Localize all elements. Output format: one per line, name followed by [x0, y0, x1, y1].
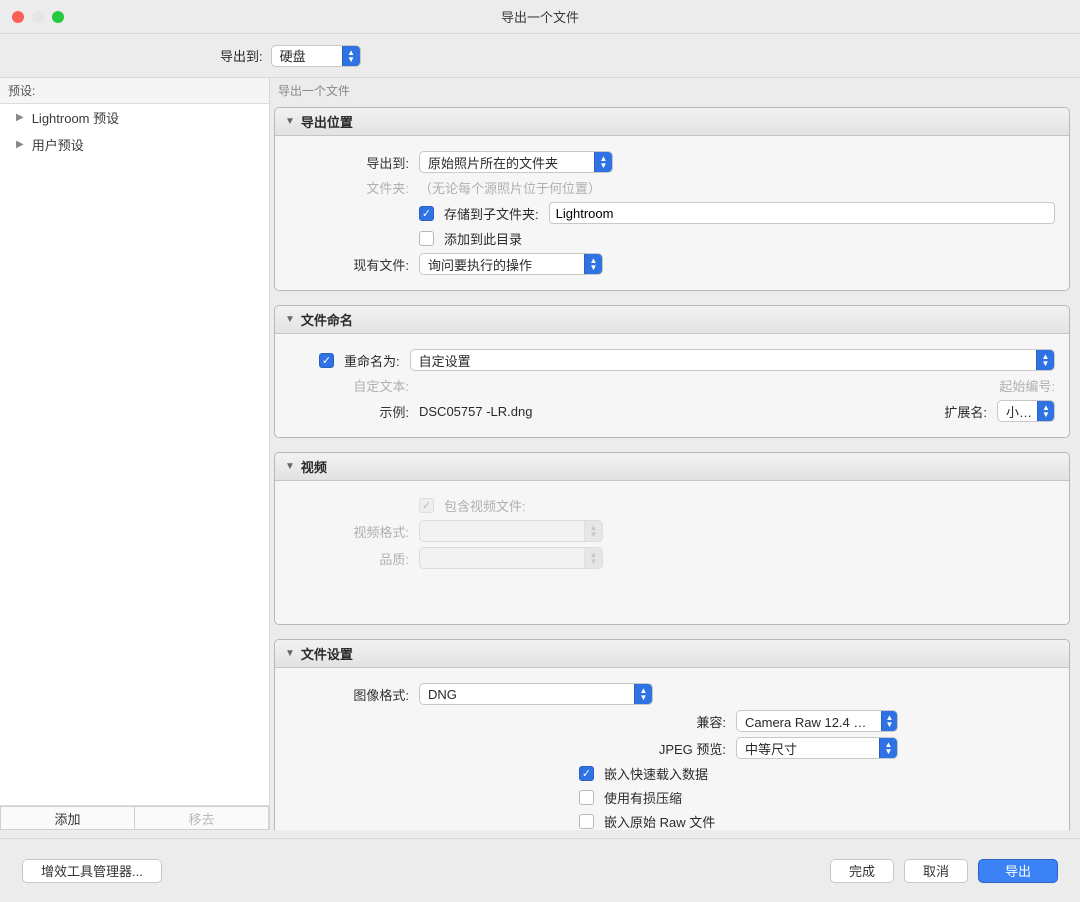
content: 导出一个文件 ▼ 导出位置 导出到: 原始照片所在的文件夹 — [270, 78, 1080, 830]
preset-header: 预设: — [0, 78, 269, 103]
video-format-label: 视频格式: — [289, 522, 409, 541]
chevron-updown-icon — [1037, 401, 1054, 421]
export-to-label: 导出到: — [220, 46, 263, 65]
subfolder-checkbox[interactable] — [419, 206, 434, 221]
embed-raw-checkbox[interactable] — [579, 814, 594, 829]
window-title: 导出一个文件 — [0, 7, 1080, 26]
remove-preset-button: 移去 — [135, 806, 269, 830]
lossy-label: 使用有损压缩 — [604, 788, 682, 807]
example-label: 示例: — [289, 402, 409, 421]
video-quality-select — [419, 547, 603, 569]
compat-label: 兼容: — [446, 712, 726, 731]
export-to-select[interactable]: 硬盘 — [271, 45, 361, 67]
extension-value: 小写 — [1006, 402, 1037, 421]
export-to-row: 导出到: 硬盘 — [0, 34, 1080, 78]
export-location-select[interactable]: 原始照片所在的文件夹 — [419, 151, 613, 173]
video-format-select — [419, 520, 603, 542]
export-to-value: 硬盘 — [280, 46, 342, 65]
triangle-down-icon: ▼ — [285, 461, 295, 472]
chevron-right-icon: ▶ — [16, 139, 24, 150]
embed-raw-label: 嵌入原始 Raw 文件 — [604, 812, 715, 830]
rename-label: 重命名为: — [344, 351, 400, 370]
folder-label: 文件夹: — [289, 178, 409, 197]
chevron-updown-icon — [584, 548, 602, 568]
panel-header[interactable]: ▼ 导出位置 — [275, 108, 1069, 136]
video-quality-label: 品质: — [289, 549, 409, 568]
triangle-down-icon: ▼ — [285, 314, 295, 325]
rename-checkbox[interactable] — [319, 353, 334, 368]
export-button[interactable]: 导出 — [978, 859, 1058, 883]
chevron-updown-icon — [881, 711, 897, 731]
panel-video: ▼ 视频 包含视频文件: 视频格式: — [274, 452, 1070, 625]
preset-sidebar: 预设: ▶ Lightroom 预设 ▶ 用户预设 添加 移去 — [0, 78, 270, 830]
panel-title: 视频 — [301, 457, 327, 476]
scroll-area[interactable]: ▼ 导出位置 导出到: 原始照片所在的文件夹 文件夹: （无论每个源照片位于何位… — [270, 103, 1080, 830]
subfolder-input[interactable] — [549, 202, 1055, 224]
preset-list: ▶ Lightroom 预设 ▶ 用户预设 — [0, 103, 269, 806]
add-preset-button[interactable]: 添加 — [0, 806, 135, 830]
extension-label: 扩展名: — [944, 402, 987, 421]
fast-load-checkbox[interactable] — [579, 766, 594, 781]
chevron-updown-icon — [584, 254, 602, 274]
fast-load-label: 嵌入快速载入数据 — [604, 764, 708, 783]
plugin-manager-button[interactable]: 增效工具管理器... — [22, 859, 162, 883]
existing-files-select[interactable]: 询问要执行的操作 — [419, 253, 603, 275]
content-header: 导出一个文件 — [270, 78, 1080, 103]
custom-text-label: 自定文本: — [289, 376, 409, 395]
include-video-label: 包含视频文件: — [444, 496, 526, 515]
example-value: DSC05757 -LR.dng — [419, 404, 532, 419]
lossy-checkbox[interactable] — [579, 790, 594, 805]
chevron-updown-icon — [584, 521, 602, 541]
existing-files-label: 现有文件: — [289, 255, 409, 274]
panel-title: 文件命名 — [301, 310, 353, 329]
compat-select[interactable]: Camera Raw 12.4 及以上 — [736, 710, 898, 732]
existing-files-value: 询问要执行的操作 — [428, 255, 584, 274]
preset-item-lightroom[interactable]: ▶ Lightroom 预设 — [0, 104, 269, 131]
folder-hint: （无论每个源照片位于何位置） — [419, 178, 601, 197]
rename-value: 自定设置 — [419, 351, 1036, 370]
chevron-right-icon: ▶ — [16, 112, 24, 123]
preset-buttons: 添加 移去 — [0, 806, 269, 830]
add-catalog-label: 添加到此目录 — [444, 229, 522, 248]
chevron-updown-icon — [1036, 350, 1054, 370]
image-format-select[interactable]: DNG — [419, 683, 653, 705]
chevron-updown-icon — [342, 46, 360, 66]
export-location-value: 原始照片所在的文件夹 — [428, 153, 594, 172]
jpegpreview-label: JPEG 预览: — [446, 739, 726, 758]
done-button[interactable]: 完成 — [830, 859, 894, 883]
triangle-down-icon: ▼ — [285, 648, 295, 659]
chevron-updown-icon — [594, 152, 612, 172]
panel-header[interactable]: ▼ 文件命名 — [275, 306, 1069, 334]
panel-file-settings: ▼ 文件设置 图像格式: DNG 兼容: Camera Raw 1 — [274, 639, 1070, 830]
preset-item-label: Lightroom 预设 — [32, 108, 119, 127]
include-video-checkbox — [419, 498, 434, 513]
panel-title: 文件设置 — [301, 644, 353, 663]
triangle-down-icon: ▼ — [285, 116, 295, 127]
chevron-updown-icon — [634, 684, 652, 704]
image-format-value: DNG — [428, 687, 634, 702]
rename-select[interactable]: 自定设置 — [410, 349, 1055, 371]
subfolder-label: 存储到子文件夹: — [444, 204, 539, 223]
footer: 增效工具管理器... 完成 取消 导出 — [0, 838, 1080, 902]
compat-value: Camera Raw 12.4 及以上 — [745, 712, 881, 731]
cancel-button[interactable]: 取消 — [904, 859, 968, 883]
chevron-updown-icon — [879, 738, 897, 758]
titlebar: 导出一个文件 — [0, 0, 1080, 34]
preset-item-label: 用户预设 — [32, 135, 84, 154]
export-to-label: 导出到: — [289, 153, 409, 172]
panel-header[interactable]: ▼ 视频 — [275, 453, 1069, 481]
jpegpreview-value: 中等尺寸 — [745, 739, 879, 758]
starting-number-label: 起始编号: — [999, 376, 1055, 395]
image-format-label: 图像格式: — [289, 685, 409, 704]
panel-header[interactable]: ▼ 文件设置 — [275, 640, 1069, 668]
panel-title: 导出位置 — [301, 112, 353, 131]
add-catalog-checkbox[interactable] — [419, 231, 434, 246]
preset-item-user[interactable]: ▶ 用户预设 — [0, 131, 269, 158]
panel-file-naming: ▼ 文件命名 重命名为: 自定设置 自定文本: — [274, 305, 1070, 438]
jpegpreview-select[interactable]: 中等尺寸 — [736, 737, 898, 759]
extension-select[interactable]: 小写 — [997, 400, 1055, 422]
panel-export-location: ▼ 导出位置 导出到: 原始照片所在的文件夹 文件夹: （无论每个源照片位于何位… — [274, 107, 1070, 291]
